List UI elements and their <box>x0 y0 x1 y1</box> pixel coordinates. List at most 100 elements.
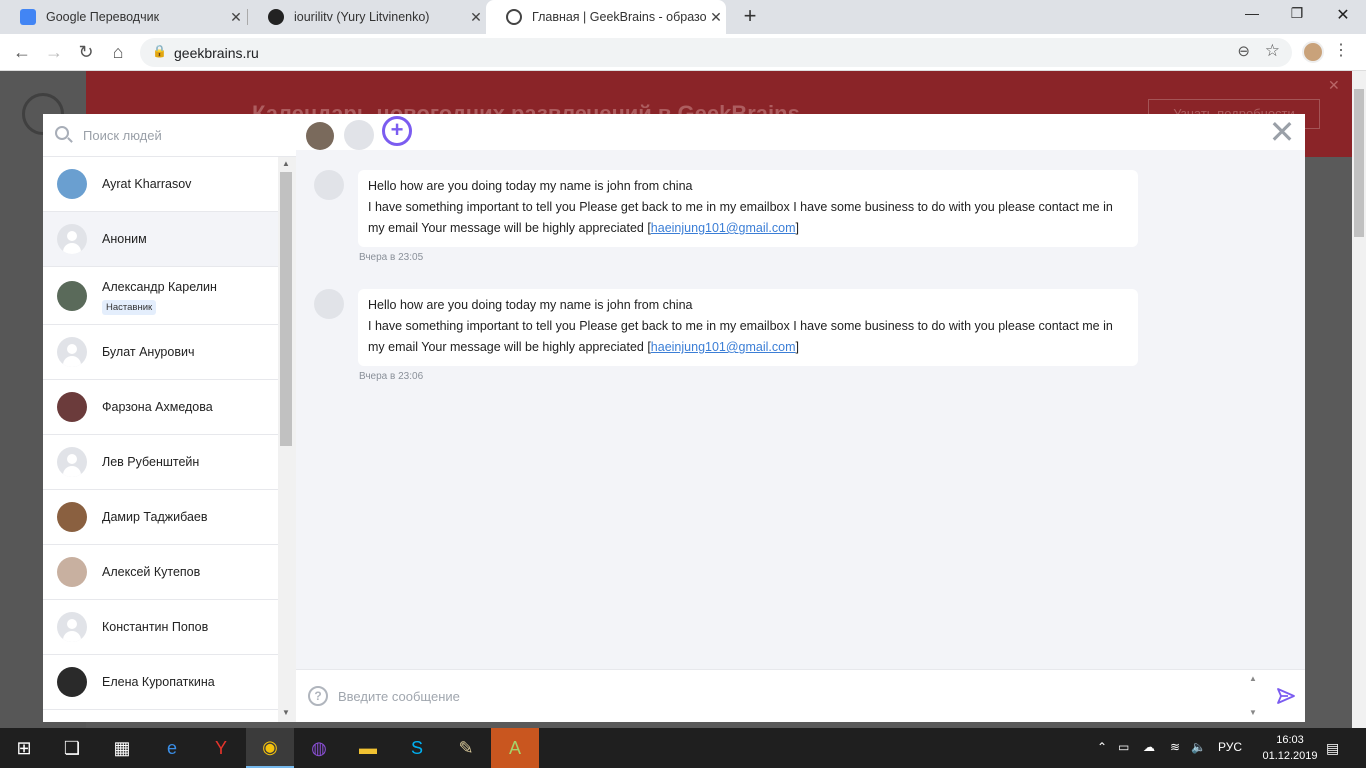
paint-icon[interactable]: ✎ <box>442 728 490 768</box>
close-chat-button[interactable]: ✕ <box>1268 116 1296 148</box>
contact-name: Константин Попов <box>102 620 209 634</box>
participant-avatar[interactable] <box>306 122 334 150</box>
close-tab-icon[interactable]: ✕ <box>706 9 726 26</box>
people-search-input[interactable] <box>83 124 283 146</box>
scroll-up-icon[interactable]: ▲ <box>282 159 290 168</box>
battery-icon[interactable]: ▭ <box>1118 740 1129 754</box>
contact-item[interactable]: Фарзона Ахмедова <box>43 380 278 435</box>
contact-name: Дамир Таджибаев <box>102 510 208 524</box>
participant-avatar-placeholder[interactable] <box>344 120 374 150</box>
message-line: I have something important to tell you P… <box>368 200 1113 214</box>
geekbrains-icon <box>506 9 522 25</box>
avatar-placeholder-icon <box>57 224 87 254</box>
language-indicator[interactable]: РУС <box>1218 740 1242 754</box>
avatar-placeholder-icon <box>57 337 87 367</box>
avatar-placeholder-icon <box>57 612 87 642</box>
lock-icon[interactable]: 🔒 <box>152 44 167 58</box>
send-icon[interactable] <box>1276 686 1296 706</box>
avatar <box>57 280 87 311</box>
home-icon[interactable]: ⌂ <box>106 40 130 64</box>
contact-item[interactable]: Александр Карелин Наставник <box>43 267 278 325</box>
contact-name: Елена Куропаткина <box>102 675 215 689</box>
message-line: Hello how are you doing today my name is… <box>368 179 693 193</box>
url-text[interactable]: geekbrains.ru <box>174 45 259 61</box>
tab-title: iourilitv (Yury Litvinenko) <box>294 10 430 24</box>
message-input[interactable] <box>338 685 1228 707</box>
contacts-panel: Ayrat Kharrasov Аноним Александр Карелин… <box>43 114 296 722</box>
new-tab-button[interactable]: + <box>738 4 762 28</box>
forward-icon[interactable]: → <box>42 40 66 64</box>
avatar <box>57 392 87 422</box>
mentor-badge: Наставник <box>102 300 157 315</box>
avatar <box>57 557 87 587</box>
contact-item[interactable]: Аноним <box>43 212 278 267</box>
calculator-icon[interactable]: ▦ <box>98 728 146 768</box>
yandex-browser-icon[interactable]: Y <box>197 728 245 768</box>
scroll-up-icon[interactable]: ▲ <box>1249 674 1257 683</box>
contact-list-scrollbar[interactable]: ▲ ▼ <box>278 157 296 722</box>
message-line: Hello how are you doing today my name is… <box>368 298 693 312</box>
task-view-icon[interactable]: ❏ <box>48 728 96 768</box>
message-text: my email Your message will be highly app… <box>368 221 651 235</box>
back-icon[interactable]: ← <box>10 40 34 64</box>
close-tab-icon[interactable]: ✕ <box>226 9 246 26</box>
help-icon[interactable]: ? <box>308 686 328 706</box>
network-icon[interactable]: ≋ <box>1170 740 1180 754</box>
scroll-down-icon[interactable]: ▼ <box>1249 708 1257 717</box>
browser-toolbar: ← → ↻ ⌂ 🔒 geekbrains.ru ⊖ ☆ ⋮ <box>0 34 1366 71</box>
contact-item[interactable]: Лев Рубенштейн <box>43 435 278 490</box>
skype-icon[interactable]: S <box>393 728 441 768</box>
notifications-icon[interactable]: ▤ <box>1326 740 1339 757</box>
message-bubble: Hello how are you doing today my name is… <box>358 170 1138 247</box>
email-link[interactable]: haeinjung101@gmail.com <box>651 340 796 354</box>
clock[interactable]: 16:03 01.12.2019 <box>1262 732 1318 764</box>
message-time: Вчера в 23:06 <box>359 371 424 382</box>
add-participant-button[interactable]: + <box>382 116 412 146</box>
file-explorer-icon[interactable]: ▬ <box>344 728 392 768</box>
avatar-placeholder-icon <box>57 447 87 477</box>
email-link[interactable]: haeinjung101@gmail.com <box>651 221 796 235</box>
maximize-button[interactable]: ❐ <box>1277 5 1317 22</box>
contact-name: Лев Рубенштейн <box>102 455 200 469</box>
contact-item[interactable]: Алексей Кутепов <box>43 545 278 600</box>
contact-name: Алексей Кутепов <box>102 565 201 579</box>
volume-icon[interactable]: 🔈 <box>1191 740 1206 754</box>
android-studio-icon[interactable]: A <box>491 728 539 768</box>
close-window-button[interactable]: ✕ <box>1323 5 1363 25</box>
zoom-icon[interactable]: ⊖ <box>1237 42 1250 60</box>
contact-item[interactable]: Константин Попов <box>43 600 278 655</box>
contact-item[interactable]: Елена Куропаткина <box>43 655 278 710</box>
contact-item[interactable]: Булат Анурович <box>43 325 278 380</box>
cloud-icon[interactable]: ☁ <box>1143 740 1155 754</box>
reload-icon[interactable]: ↻ <box>74 40 98 64</box>
chat-header: + ✕ <box>296 114 1305 150</box>
scroll-down-icon[interactable]: ▼ <box>282 708 290 717</box>
tab-google-translate[interactable]: Google Переводчик ✕ <box>0 0 246 34</box>
contact-item[interactable]: Дамир Таджибаев <box>43 490 278 545</box>
close-tab-icon[interactable]: ✕ <box>466 9 486 26</box>
contact-item[interactable]: Ayrat Kharrasov <box>43 157 278 212</box>
message-text: ] <box>795 221 800 235</box>
tray-chevron-icon[interactable]: ⌃ <box>1097 740 1107 754</box>
chrome-icon[interactable]: ◉ <box>246 728 294 768</box>
start-windows-icon[interactable]: ⊞ <box>0 728 48 768</box>
message-time: Вчера в 23:05 <box>359 252 424 263</box>
browser-menu-icon[interactable]: ⋮ <box>1333 40 1349 60</box>
banner-close-icon[interactable]: ✕ <box>1328 77 1340 94</box>
contact-name: Ayrat Kharrasov <box>102 177 192 191</box>
tab-geekbrains[interactable]: Главная | GeekBrains - образова ✕ <box>486 0 726 34</box>
message-composer: ? ▲ ▼ <box>296 669 1305 722</box>
address-bar[interactable]: 🔒 geekbrains.ru ⊖ ☆ <box>140 38 1292 67</box>
contact-scrollbar-thumb[interactable] <box>280 172 292 446</box>
edge-icon[interactable]: e <box>148 728 196 768</box>
tab-github[interactable]: iourilitv (Yury Litvinenko) ✕ <box>248 0 486 34</box>
bookmark-star-icon[interactable]: ☆ <box>1265 41 1280 61</box>
minimize-button[interactable]: — <box>1232 5 1272 21</box>
contact-name: Александр Карелин <box>102 280 217 294</box>
page-scrollbar-thumb[interactable] <box>1354 89 1364 237</box>
profile-avatar[interactable] <box>1302 41 1324 63</box>
page-scrollbar[interactable] <box>1352 71 1366 728</box>
message-text: ] <box>795 340 800 354</box>
tor-browser-icon[interactable]: ◍ <box>295 728 343 768</box>
google-translate-icon <box>20 9 36 25</box>
